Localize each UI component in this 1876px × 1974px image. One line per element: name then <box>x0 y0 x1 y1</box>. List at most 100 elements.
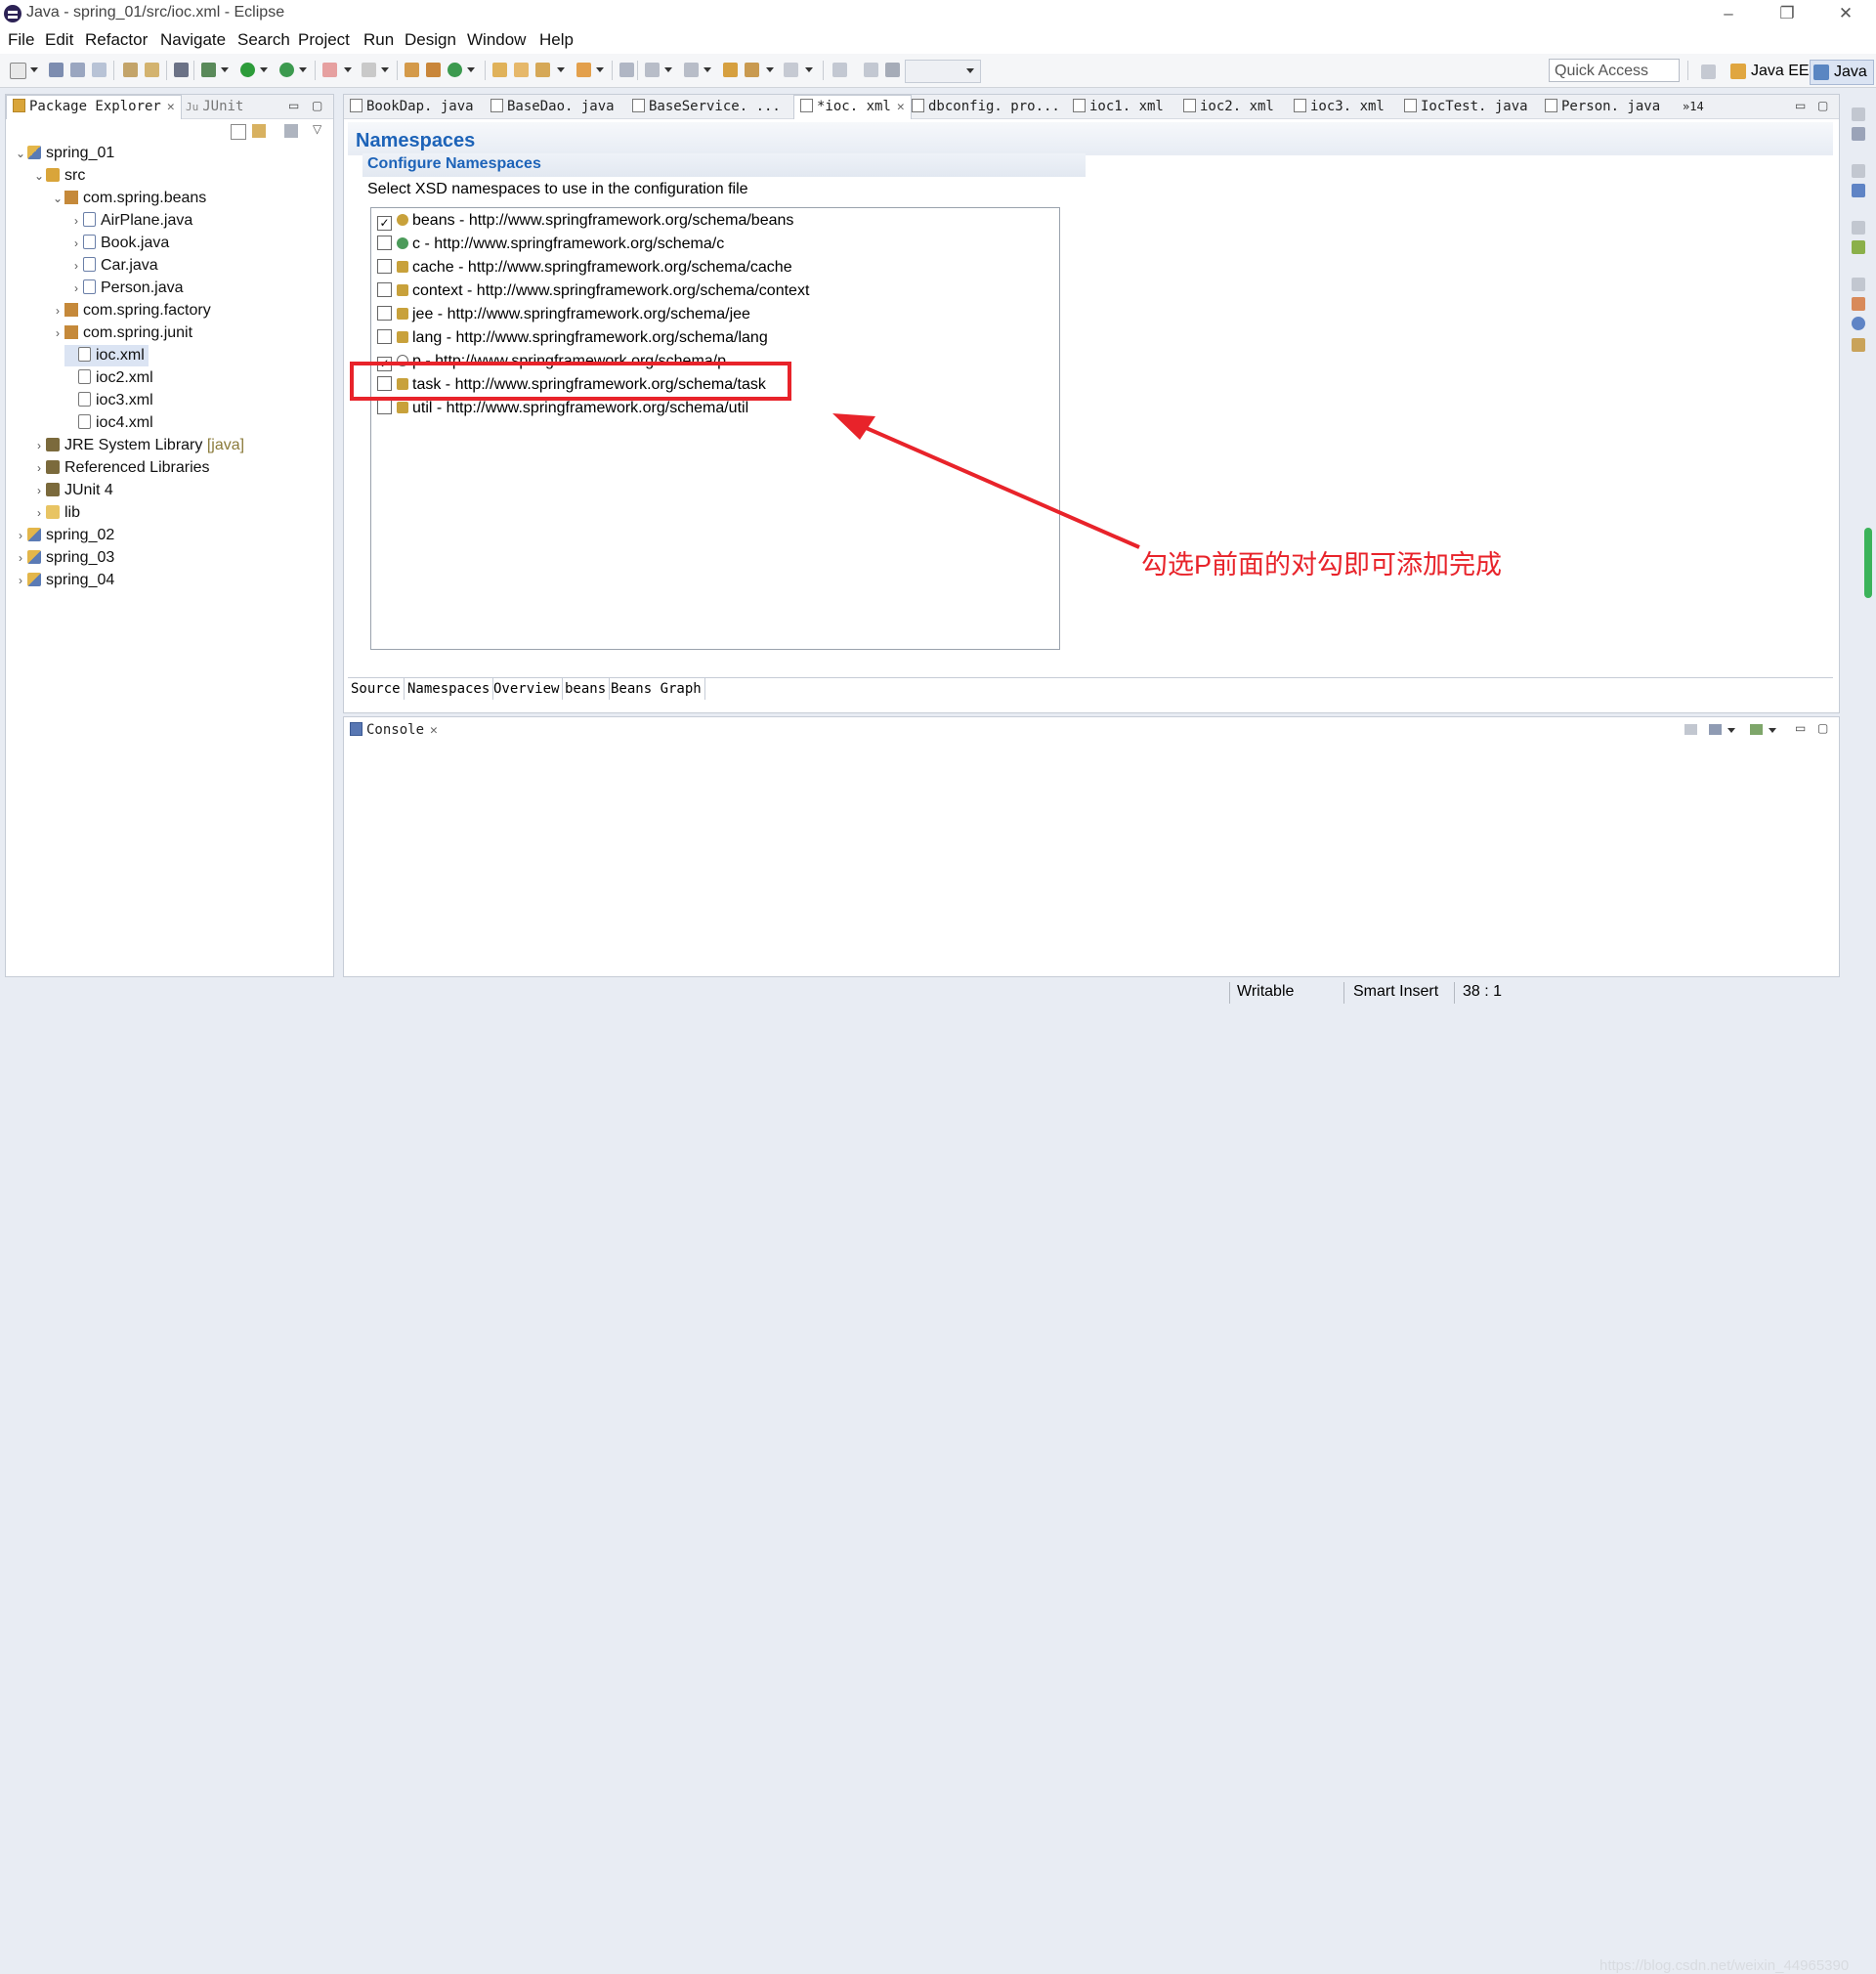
tab-ioc1-xml[interactable]: ioc1. xml <box>1073 96 1164 117</box>
namespace-item-jee[interactable]: jee - http://www.springframework.org/sch… <box>377 304 750 325</box>
tab-person-java[interactable]: Person. java <box>1545 96 1660 117</box>
perspective-java-ee[interactable]: Java EE <box>1727 60 1810 83</box>
open-task-icon[interactable] <box>576 63 591 77</box>
menu-edit[interactable]: Edit <box>45 30 73 50</box>
focus-task-icon[interactable] <box>284 124 298 138</box>
prev-annotation-icon[interactable] <box>684 63 699 77</box>
tab-ioctest-java[interactable]: IocTest. java <box>1404 96 1528 117</box>
tree-item-book-java[interactable]: › Book.java <box>69 233 169 254</box>
checkbox-context[interactable] <box>377 282 392 297</box>
new-class-icon[interactable] <box>448 63 462 77</box>
tree-item-ioc2-xml[interactable]: ioc2.xml <box>64 367 153 389</box>
menu-project[interactable]: Project <box>298 30 350 50</box>
checkbox-jee[interactable] <box>377 306 392 321</box>
tab-dbconfig-properties[interactable]: dbconfig. pro... <box>912 96 1060 117</box>
pin-editor-icon[interactable] <box>832 63 847 77</box>
checkbox-c[interactable] <box>377 236 392 250</box>
namespace-item-context[interactable]: context - http://www.springframework.org… <box>377 280 809 302</box>
grid-icon[interactable] <box>885 63 900 77</box>
debug-icon[interactable] <box>201 63 216 77</box>
menu-help[interactable]: Help <box>539 30 574 50</box>
open-type-icon[interactable] <box>123 63 138 77</box>
javadoc-icon[interactable] <box>1852 317 1865 330</box>
menu-run[interactable]: Run <box>363 30 394 50</box>
open-resource-icon[interactable] <box>145 63 159 77</box>
perspective-java[interactable]: Java <box>1810 60 1874 85</box>
tab-ioc2-xml[interactable]: ioc2. xml <box>1183 96 1274 117</box>
tree-item-ioc4-xml[interactable]: ioc4.xml <box>64 412 153 434</box>
namespace-item-beans[interactable]: ✓ beans - http://www.springframework.org/… <box>377 210 793 232</box>
close-tab-icon[interactable]: ✕ <box>897 100 905 114</box>
external-tools-dropdown-icon[interactable] <box>381 67 389 72</box>
problems-icon[interactable] <box>1852 297 1865 311</box>
save-all-icon[interactable] <box>70 63 85 77</box>
tree-item-airplane-java[interactable]: › AirPlane.java <box>69 210 192 232</box>
checkbox-beans[interactable]: ✓ <box>377 216 392 231</box>
tree-item-com-spring-factory[interactable]: › com.spring.factory <box>51 300 211 322</box>
tree-item-referenced-libraries[interactable]: › Referenced Libraries <box>32 457 210 479</box>
stop-dropdown-icon[interactable] <box>344 67 352 72</box>
tree-item-spring-04[interactable]: › spring_04 <box>14 570 114 591</box>
menu-design[interactable]: Design <box>405 30 456 50</box>
tab-namespaces[interactable]: Namespaces <box>404 678 494 700</box>
tab-ioc3-xml[interactable]: ioc3. xml <box>1294 96 1385 117</box>
minimize-console-icon[interactable]: ▭ <box>1795 721 1806 735</box>
maximize-editor-icon[interactable]: ▢ <box>1817 99 1828 112</box>
checkbox-lang[interactable] <box>377 329 392 344</box>
restore-view-icon[interactable] <box>1852 107 1865 121</box>
tree-item-junit-4[interactable]: › JUnit 4 <box>32 480 113 501</box>
open-file-icon[interactable] <box>514 63 529 77</box>
display-console-dropdown-icon[interactable] <box>1727 728 1735 733</box>
coverage-icon[interactable] <box>279 63 294 77</box>
open-perspective-icon[interactable] <box>1701 64 1716 79</box>
menu-navigate[interactable]: Navigate <box>160 30 226 50</box>
toggle-mark-icon[interactable] <box>619 63 634 77</box>
minimize-editor-icon[interactable]: ▭ <box>1795 99 1806 112</box>
last-edit-icon[interactable] <box>723 63 738 77</box>
tree-item-lib[interactable]: › lib <box>32 502 80 524</box>
tree-item-ioc-xml[interactable]: ioc.xml <box>64 345 149 366</box>
tree-item-spring-01[interactable]: ⌄ spring_01 <box>14 143 114 164</box>
search-dropdown-icon[interactable] <box>557 67 565 72</box>
print-icon[interactable] <box>92 63 107 77</box>
checkbox-util[interactable] <box>377 400 392 414</box>
back-dropdown-icon[interactable] <box>766 67 774 72</box>
tab-bookdap-java[interactable]: BookDap. java <box>350 96 474 117</box>
task-list-icon[interactable] <box>1852 184 1865 197</box>
close-tab-icon[interactable]: ✕ <box>430 723 438 738</box>
tab-baseservice-java[interactable]: BaseService. ... <box>632 96 781 117</box>
stop-icon[interactable] <box>322 63 337 77</box>
restore-view-icon[interactable] <box>1852 278 1865 291</box>
tab-beans-graph[interactable]: Beans Graph <box>608 678 705 700</box>
tab-console[interactable]: Console ✕ <box>350 719 438 741</box>
tree-item-spring-03[interactable]: › spring_03 <box>14 547 114 569</box>
next-annotation-dropdown-icon[interactable] <box>664 67 672 72</box>
save-icon[interactable] <box>49 63 64 77</box>
tab-basedao-java[interactable]: BaseDao. java <box>490 96 615 117</box>
new-console-icon[interactable] <box>1750 724 1763 735</box>
tab-ioc-xml[interactable]: *ioc. xml ✕ <box>793 95 912 119</box>
task-dropdown-icon[interactable] <box>596 67 604 72</box>
namespace-item-lang[interactable]: lang - http://www.springframework.org/sc… <box>377 327 768 349</box>
new-icon[interactable] <box>10 63 26 79</box>
forward-dropdown-icon[interactable] <box>805 67 813 72</box>
debug-dropdown-icon[interactable] <box>221 67 229 72</box>
checkbox-cache[interactable] <box>377 259 392 274</box>
maximize-console-icon[interactable]: ▢ <box>1817 721 1828 735</box>
edit-icon[interactable] <box>864 63 878 77</box>
tab-junit[interactable]: Ju JUnit <box>186 96 243 117</box>
tree-item-ioc3-xml[interactable]: ioc3.xml <box>64 390 153 411</box>
minimize-view-icon[interactable]: ▭ <box>288 99 299 112</box>
tree-item-spring-02[interactable]: › spring_02 <box>14 525 114 546</box>
menu-file[interactable]: File <box>8 30 34 50</box>
zoom-combo[interactable] <box>905 60 981 83</box>
tree-item-person-java[interactable]: › Person.java <box>69 278 184 299</box>
tree-item-jre-system-library[interactable]: › JRE System Library [java] <box>32 435 244 456</box>
declaration-icon[interactable] <box>1852 338 1865 352</box>
tab-beans[interactable]: beans <box>562 678 611 700</box>
tab-overview[interactable]: Overview <box>490 678 564 700</box>
restore-view-icon[interactable] <box>1852 221 1865 235</box>
new-java-project-icon[interactable] <box>405 63 419 77</box>
tree-item-com-spring-junit[interactable]: › com.spring.junit <box>51 322 192 344</box>
link-editor-icon[interactable] <box>252 124 266 138</box>
